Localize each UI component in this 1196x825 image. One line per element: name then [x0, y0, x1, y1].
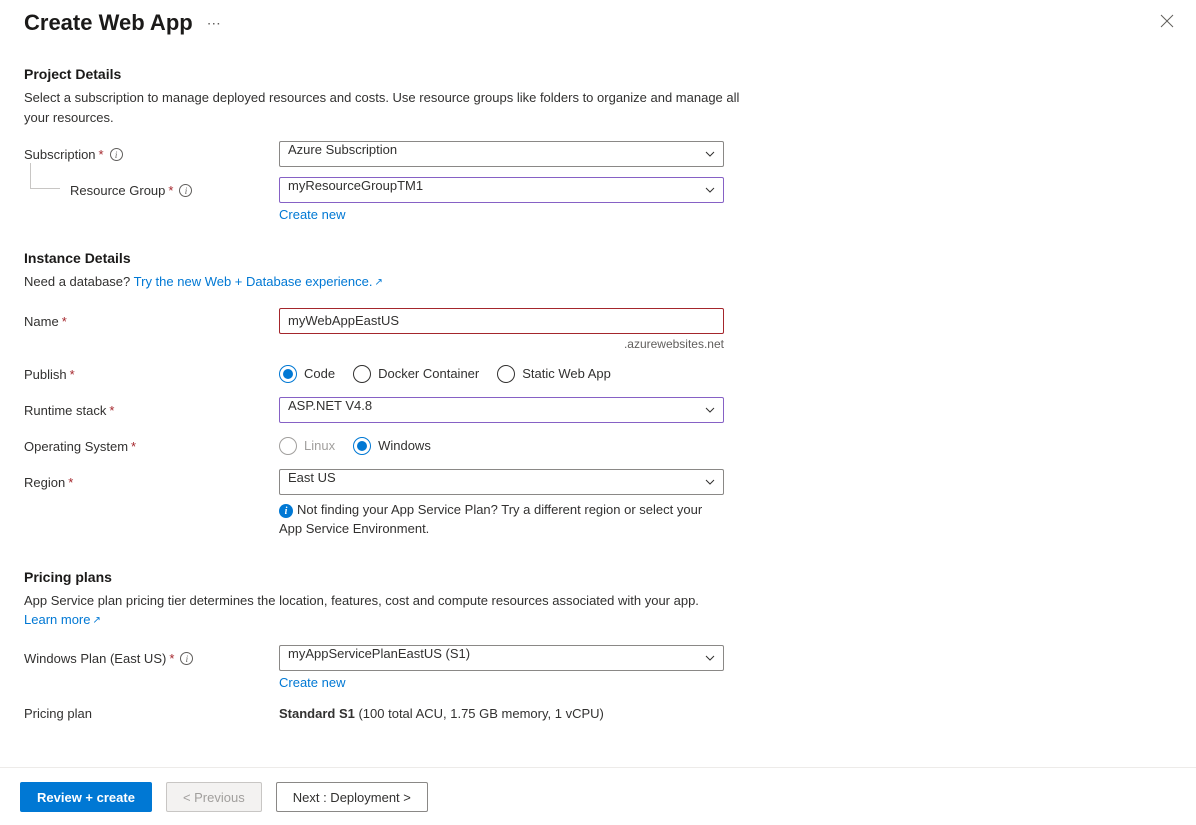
pricing-heading: Pricing plans — [24, 569, 1158, 585]
publish-static-radio[interactable]: Static Web App — [497, 365, 611, 383]
create-new-rg-link[interactable]: Create new — [279, 207, 345, 222]
web-database-link[interactable]: Try the new Web + Database experience.↗ — [134, 274, 383, 289]
runtime-label: Runtime stack — [24, 403, 106, 418]
domain-suffix: .azurewebsites.net — [279, 337, 724, 351]
pricing-desc: App Service plan pricing tier determines… — [24, 591, 744, 611]
tree-connector — [30, 163, 60, 189]
project-details-heading: Project Details — [24, 66, 1158, 82]
pricing-plan-value: Standard S1 (100 total ACU, 1.75 GB memo… — [279, 700, 724, 721]
learn-more-link[interactable]: Learn more↗ — [24, 612, 101, 627]
instance-details-heading: Instance Details — [24, 250, 1158, 266]
info-icon[interactable]: i — [110, 148, 123, 161]
required-marker: * — [62, 314, 67, 329]
region-label: Region — [24, 475, 65, 490]
pricing-plan-label: Pricing plan — [24, 706, 92, 721]
more-actions-icon[interactable]: ⋯ — [207, 15, 222, 32]
os-linux-radio: Linux — [279, 437, 335, 455]
close-icon[interactable] — [1160, 14, 1174, 33]
previous-button: < Previous — [166, 782, 262, 812]
os-radio-group: Linux Windows — [279, 433, 724, 455]
plan-label: Windows Plan (East US) — [24, 651, 166, 666]
db-prompt-text: Need a database? — [24, 274, 130, 289]
external-link-icon: ↗ — [374, 277, 382, 288]
name-label: Name — [24, 314, 59, 329]
publish-label: Publish — [24, 367, 67, 382]
page-title: Create Web App — [24, 10, 193, 36]
runtime-select[interactable]: ASP.NET V4.8 — [279, 397, 724, 423]
review-create-button[interactable]: Review + create — [20, 782, 152, 812]
os-label: Operating System — [24, 439, 128, 454]
required-marker: * — [70, 367, 75, 382]
info-filled-icon: i — [279, 504, 293, 518]
info-icon[interactable]: i — [180, 652, 193, 665]
subscription-label: Subscription — [24, 147, 96, 162]
region-select[interactable]: East US — [279, 469, 724, 495]
region-helper-text: iNot finding your App Service Plan? Try … — [279, 500, 724, 539]
next-button[interactable]: Next : Deployment > — [276, 782, 428, 812]
subscription-select[interactable]: Azure Subscription — [279, 141, 724, 167]
app-name-input[interactable] — [279, 308, 724, 334]
external-link-icon: ↗ — [92, 615, 100, 626]
create-new-plan-link[interactable]: Create new — [279, 675, 345, 690]
wizard-footer: Review + create < Previous Next : Deploy… — [0, 767, 1196, 825]
windows-plan-select[interactable]: myAppServicePlanEastUS (S1) — [279, 645, 724, 671]
os-windows-radio[interactable]: Windows — [353, 437, 431, 455]
required-marker: * — [99, 147, 104, 162]
required-marker: * — [168, 183, 173, 198]
form-scroll-area[interactable]: Project Details Select a subscription to… — [0, 48, 1182, 767]
info-icon[interactable]: i — [179, 184, 192, 197]
required-marker: * — [169, 651, 174, 666]
resource-group-select[interactable]: myResourceGroupTM1 — [279, 177, 724, 203]
publish-docker-radio[interactable]: Docker Container — [353, 365, 479, 383]
publish-code-radio[interactable]: Code — [279, 365, 335, 383]
required-marker: * — [109, 403, 114, 418]
project-details-desc: Select a subscription to manage deployed… — [24, 88, 744, 127]
resource-group-label: Resource Group — [70, 183, 165, 198]
publish-radio-group: Code Docker Container Static Web App — [279, 361, 724, 383]
required-marker: * — [68, 475, 73, 490]
required-marker: * — [131, 439, 136, 454]
